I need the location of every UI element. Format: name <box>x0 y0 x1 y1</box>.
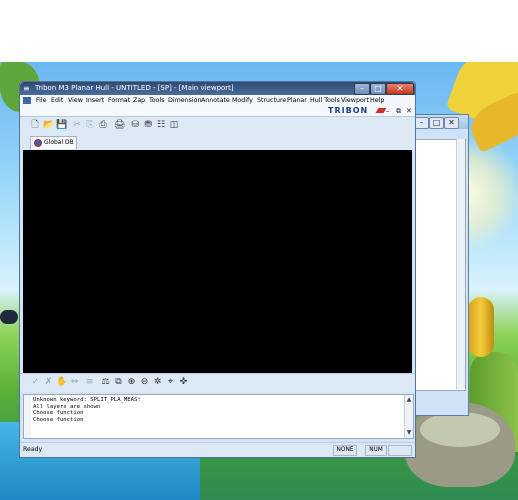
main-viewport-canvas[interactable] <box>23 150 412 373</box>
global-db-tab[interactable]: Global DB <box>30 136 77 149</box>
database-bar: Global DB <box>20 135 415 150</box>
zoom-in-icon[interactable]: ⊕ <box>126 377 137 388</box>
cross-icon[interactable]: ✗ <box>43 377 54 388</box>
yellow-bulb <box>468 297 494 357</box>
maximize-button[interactable]: □ <box>370 83 386 95</box>
rock-highlight <box>420 412 500 447</box>
menu-tools[interactable]: Tools <box>149 95 165 106</box>
scroll-down-icon[interactable]: ▼ <box>405 429 413 436</box>
console-line: Choose function <box>33 416 84 423</box>
menu-bar: File Edit View Insert Format Zap Tools D… <box>20 95 415 106</box>
mdi-restore-button[interactable]: ⧉ <box>396 106 401 116</box>
status-pane-mode: NONE <box>333 445 357 456</box>
scroll-up-icon[interactable]: ▲ <box>405 396 413 403</box>
menu-insert[interactable]: Insert <box>86 95 104 106</box>
background-window-titlebar[interactable]: – □ ✕ <box>412 115 468 129</box>
zoom-fit-icon[interactable]: ⌖ <box>165 377 176 388</box>
menu-file[interactable]: File <box>36 95 47 106</box>
tribon-logo: TRIBON <box>328 106 369 115</box>
cut-icon[interactable]: ✂ <box>72 120 82 130</box>
main-window: ≡ Tribon M3 Planar Hull - UNTITLED - [SP… <box>19 81 416 458</box>
menu-format[interactable]: Format <box>108 95 130 106</box>
copy-icon[interactable]: ⎘ <box>85 120 95 130</box>
menu-modify[interactable]: Modify <box>232 95 253 106</box>
global-db-label: Global DB <box>44 139 74 146</box>
bg-maximize-button[interactable]: □ <box>429 117 444 129</box>
layer-icon[interactable]: ☷ <box>156 120 166 130</box>
console-gutter <box>24 395 31 438</box>
menu-dimension[interactable]: Dimension <box>168 95 201 106</box>
list-icon[interactable]: ≡ <box>84 377 95 388</box>
menu-view[interactable]: View <box>68 95 83 106</box>
menu-planar[interactable]: Planar <box>287 95 307 106</box>
status-pane-num: NUM <box>365 445 387 456</box>
zoom-out-icon[interactable]: ⊖ <box>139 377 150 388</box>
menu-viewport[interactable]: Viewport <box>341 95 369 106</box>
message-console[interactable]: Unknown keyword: SPLIT_PLA_MEAS! All lay… <box>23 394 414 439</box>
bg-close-button[interactable]: ✕ <box>444 117 459 129</box>
pan-icon[interactable]: ✲ <box>152 377 163 388</box>
menu-edit[interactable]: Edit <box>51 95 63 106</box>
new-file-icon[interactable]: 🗋 <box>30 120 40 130</box>
layer-icon[interactable]: ⚖ <box>100 377 111 388</box>
close-button[interactable]: ✕ <box>386 83 414 95</box>
print-icon[interactable]: 🖨 <box>114 120 125 130</box>
database-icon[interactable]: ⛁ <box>130 120 140 130</box>
mdi-minimize-button[interactable]: – <box>386 106 390 116</box>
database-icon <box>34 139 42 147</box>
bug <box>0 310 18 324</box>
menu-zap[interactable]: Zap <box>133 95 145 106</box>
check-icon[interactable]: ✓ <box>30 377 41 388</box>
save-icon[interactable]: 💾 <box>56 120 67 130</box>
background-window[interactable]: – □ ✕ <box>412 114 469 416</box>
standard-toolbar: 🗋 📂 💾 ✂ ⎘ ⎙ 🖨 ⛁ ⛃ ☷ ◫ <box>20 116 415 136</box>
document-icon[interactable] <box>23 97 31 104</box>
bg-minimize-button[interactable]: – <box>414 117 429 129</box>
menu-annotate[interactable]: Annotate <box>201 95 230 106</box>
menu-hull-tools[interactable]: Hull Tools <box>310 95 340 106</box>
lock-icon[interactable]: ⛃ <box>143 120 153 130</box>
status-text: Ready <box>23 446 43 453</box>
menu-help[interactable]: Help <box>370 95 384 106</box>
view-toolbar: ✓ ✗ ✋ ⇔ ≡ ⚖ ⧉ ⊕ ⊖ ✲ ⌖ ✜ <box>20 373 415 392</box>
hand-icon[interactable]: ✋ <box>56 377 67 388</box>
menu-structure[interactable]: Structure <box>257 95 286 106</box>
brand-row: TRIBON – ⧉ ✕ <box>20 106 415 116</box>
window-title: Tribon M3 Planar Hull - UNTITLED - [SP] … <box>35 84 234 92</box>
status-pane-empty <box>388 445 412 456</box>
title-bar[interactable]: ≡ Tribon M3 Planar Hull - UNTITLED - [SP… <box>20 82 415 95</box>
background-window-scrollbar[interactable] <box>456 139 465 389</box>
rectangle-zoom-icon[interactable]: ⧉ <box>113 377 124 388</box>
move-icon[interactable]: ✜ <box>178 377 189 388</box>
arrow-icon[interactable]: ⇔ <box>69 377 80 388</box>
panel-icon[interactable]: ◫ <box>169 120 179 130</box>
paste-icon[interactable]: ⎙ <box>98 120 108 130</box>
status-bar: Ready NONE NUM <box>20 442 415 457</box>
tribon-logo-mark <box>375 108 387 113</box>
tribon-app-icon[interactable]: ≡ <box>23 84 32 93</box>
console-scrollbar[interactable]: ▲ ▼ <box>404 395 413 438</box>
open-folder-icon[interactable]: 📂 <box>43 120 54 130</box>
minimize-button[interactable]: – <box>354 83 370 95</box>
mdi-close-button[interactable]: ✕ <box>406 106 412 116</box>
